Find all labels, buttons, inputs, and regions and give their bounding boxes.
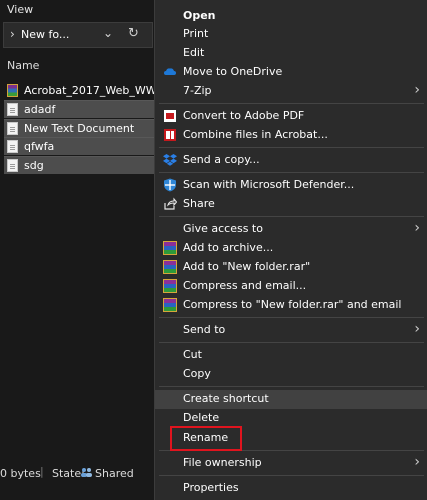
winrar-icon	[163, 241, 177, 255]
menu-item-cut[interactable]: Cut	[155, 346, 427, 365]
status-bar: 0 bytes | State: Shared	[0, 462, 156, 484]
menu-item-label: Send to	[183, 323, 226, 336]
menu-item-label: Compress to "New folder.rar" and email	[183, 298, 402, 311]
menu-item-move-to-onedrive[interactable]: Move to OneDrive	[155, 63, 427, 82]
menu-item-7zip[interactable]: 7-Zip ›	[155, 82, 427, 101]
text-file-icon	[7, 159, 18, 172]
file-name: New Text Document	[24, 122, 135, 135]
text-file-icon	[7, 122, 18, 135]
status-shared-label: Shared	[95, 467, 134, 480]
list-item[interactable]: sdg	[4, 156, 156, 174]
menu-item-compress-rar-email[interactable]: Compress to "New folder.rar" and email	[155, 296, 427, 315]
file-name: sdg	[24, 159, 44, 172]
menu-item-label: Print	[183, 27, 209, 40]
winrar-icon	[163, 260, 177, 274]
menu-item-scan-defender[interactable]: Scan with Microsoft Defender...	[155, 176, 427, 195]
menu-item-create-shortcut[interactable]: Create shortcut	[155, 390, 427, 409]
menu-item-label: Move to OneDrive	[183, 65, 283, 78]
menu-item-copy[interactable]: Copy	[155, 365, 427, 384]
menu-item-send-to[interactable]: Send to ›	[155, 321, 427, 340]
menu-item-label: Cut	[183, 348, 202, 361]
chevron-down-icon[interactable]: ⌄	[103, 26, 113, 40]
menu-divider	[159, 317, 424, 318]
menu-item-label: Open	[183, 9, 216, 22]
menu-divider	[159, 342, 424, 343]
winrar-icon	[163, 298, 177, 312]
menu-divider	[159, 475, 424, 476]
menu-item-file-ownership[interactable]: File ownership ›	[155, 454, 427, 473]
text-file-icon	[7, 140, 18, 153]
menu-item-label: Convert to Adobe PDF	[183, 109, 305, 122]
column-header-name[interactable]: Name	[7, 59, 39, 72]
defender-shield-icon	[164, 178, 176, 192]
menu-item-give-access[interactable]: Give access to ›	[155, 220, 427, 239]
menu-divider	[159, 103, 424, 104]
refresh-icon[interactable]: ↻	[128, 26, 139, 41]
menu-item-print[interactable]: Print	[155, 25, 427, 44]
status-separator: |	[40, 465, 44, 478]
shared-users-icon	[81, 468, 92, 477]
menu-item-label: Send a copy...	[183, 153, 260, 166]
menu-item-label: Scan with Microsoft Defender...	[183, 178, 355, 191]
menu-item-label: Give access to	[183, 222, 263, 235]
menu-item-share[interactable]: Share	[155, 195, 427, 214]
menu-item-label: Share	[183, 197, 215, 210]
menu-item-label: Compress and email...	[183, 279, 307, 292]
menu-item-add-to-rar[interactable]: Add to "New folder.rar"	[155, 258, 427, 277]
menu-item-send-a-copy[interactable]: Send a copy...	[155, 151, 427, 170]
menu-item-label: Delete	[183, 411, 220, 424]
submenu-arrow-icon: ›	[414, 321, 420, 337]
menu-item-convert-adobe-pdf[interactable]: Convert to Adobe PDF	[155, 107, 427, 126]
menu-item-edit[interactable]: Edit	[155, 44, 427, 63]
menu-item-label: Properties	[183, 481, 239, 494]
winrar-icon	[163, 279, 177, 293]
menu-divider	[159, 386, 424, 387]
file-name: qfwfa	[24, 140, 55, 153]
onedrive-cloud-icon	[164, 68, 176, 75]
menu-item-label: Combine files in Acrobat...	[183, 128, 328, 141]
menu-item-label: Edit	[183, 46, 205, 59]
file-name: adadf	[24, 103, 56, 116]
status-size: 0 bytes	[0, 467, 41, 480]
text-file-icon	[7, 103, 18, 116]
menu-divider	[159, 216, 424, 217]
address-bar[interactable]: › New fo... ⌄ ↻	[3, 22, 153, 48]
view-menu[interactable]: View	[7, 3, 33, 16]
dropbox-icon	[163, 154, 177, 166]
menu-divider	[159, 147, 424, 148]
list-item[interactable]: New Text Document	[4, 119, 156, 137]
acrobat-combine-icon	[164, 129, 176, 141]
acrobat-pdf-icon	[164, 110, 176, 122]
list-item[interactable]: Acrobat_2017_Web_WWMUI	[4, 82, 177, 100]
context-menu: Open Print Edit Move to OneDrive 7-Zip ›…	[154, 0, 427, 500]
submenu-arrow-icon: ›	[414, 82, 420, 98]
share-icon	[164, 197, 177, 210]
menu-item-compress-email[interactable]: Compress and email...	[155, 277, 427, 296]
menu-item-properties[interactable]: Properties	[155, 479, 427, 498]
menu-item-open[interactable]: Open	[155, 7, 427, 26]
menu-item-label: Create shortcut	[183, 392, 269, 405]
rename-highlight-outline	[170, 426, 242, 451]
submenu-arrow-icon: ›	[414, 220, 420, 236]
menu-divider	[159, 172, 424, 173]
menu-item-add-to-archive[interactable]: Add to archive...	[155, 239, 427, 258]
address-path[interactable]: New fo...	[21, 28, 69, 41]
list-item[interactable]: qfwfa	[4, 137, 156, 155]
menu-item-label: Copy	[183, 367, 211, 380]
archive-icon	[7, 84, 18, 97]
menu-item-label: Add to "New folder.rar"	[183, 260, 311, 273]
breadcrumb-chevron-icon[interactable]: ›	[10, 27, 15, 41]
submenu-arrow-icon: ›	[414, 454, 420, 470]
menu-item-label: 7-Zip	[183, 84, 212, 97]
list-item[interactable]: adadf	[4, 100, 156, 118]
menu-item-label: File ownership	[183, 456, 262, 469]
menu-item-combine-acrobat[interactable]: Combine files in Acrobat...	[155, 126, 427, 145]
menu-item-label: Add to archive...	[183, 241, 274, 254]
